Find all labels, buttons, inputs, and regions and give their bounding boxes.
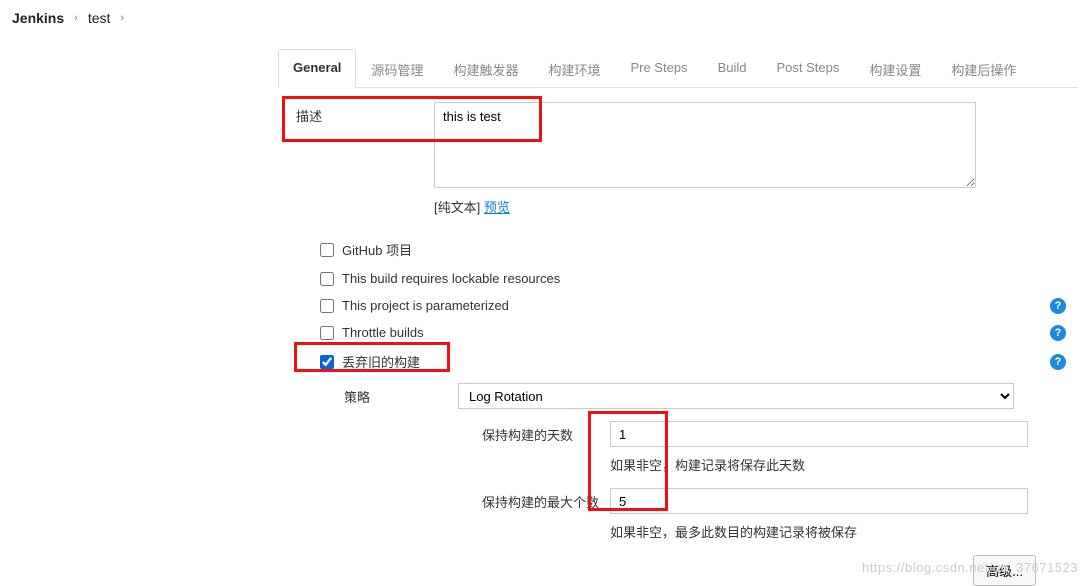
tab-pre-steps[interactable]: Pre Steps (615, 49, 702, 88)
chevron-right-icon: › (74, 12, 78, 24)
check-lockable[interactable] (320, 272, 334, 286)
tab-post-steps[interactable]: Post Steps (761, 49, 854, 88)
check-lockable-row: This build requires lockable resources (320, 265, 1060, 292)
max-label: 保持构建的最大个数 (482, 492, 610, 511)
breadcrumb: Jenkins › test › (0, 0, 1084, 36)
tab-triggers[interactable]: 构建触发器 (438, 49, 533, 88)
description-format-prefix: [纯文本] (434, 200, 484, 215)
check-param[interactable] (320, 299, 334, 313)
days-hint: 如果非空，构建记录将保存此天数 (610, 455, 1060, 474)
check-throttle-row: Throttle builds ? (320, 319, 1060, 346)
description-textarea[interactable]: this is test (434, 102, 976, 188)
check-throttle-label: Throttle builds (342, 325, 424, 340)
strategy-label: 策略 (344, 387, 458, 406)
check-lockable-label: This build requires lockable resources (342, 271, 560, 286)
days-label: 保持构建的天数 (482, 425, 610, 444)
check-discard-label: 丢弃旧的构建 (342, 352, 420, 371)
advanced-button[interactable]: 高级... (973, 555, 1036, 586)
tab-general[interactable]: General (278, 49, 356, 88)
tab-build-settings[interactable]: 构建设置 (854, 49, 936, 88)
check-github-label: GitHub 项目 (342, 240, 412, 259)
tab-env[interactable]: 构建环境 (533, 49, 615, 88)
tab-scm[interactable]: 源码管理 (356, 49, 438, 88)
check-param-label: This project is parameterized (342, 298, 509, 313)
tab-post-build[interactable]: 构建后操作 (936, 49, 1031, 88)
help-icon[interactable]: ? (1050, 354, 1066, 370)
description-format: [纯文本] 预览 (434, 197, 1060, 216)
check-discard[interactable] (320, 355, 334, 369)
check-github[interactable] (320, 243, 334, 257)
breadcrumb-project[interactable]: test (88, 10, 111, 26)
max-input[interactable] (610, 488, 1028, 514)
check-param-row: This project is parameterized ? (320, 292, 1060, 319)
config-tabs: General 源码管理 构建触发器 构建环境 Pre Steps Build … (278, 48, 1078, 88)
check-discard-row: 丢弃旧的构建 ? (320, 346, 1060, 377)
help-icon[interactable]: ? (1050, 298, 1066, 314)
help-icon[interactable]: ? (1050, 325, 1066, 341)
preview-link[interactable]: 预览 (484, 200, 510, 215)
description-label: 描述 (296, 102, 434, 125)
chevron-right-icon: › (120, 12, 124, 24)
check-throttle[interactable] (320, 326, 334, 340)
max-hint: 如果非空，最多此数目的构建记录将被保存 (610, 522, 1060, 541)
strategy-select[interactable]: Log Rotation (458, 383, 1014, 409)
days-input[interactable] (610, 421, 1028, 447)
check-github-row: GitHub 项目 (320, 234, 1060, 265)
tab-build[interactable]: Build (703, 49, 762, 88)
breadcrumb-root[interactable]: Jenkins (12, 10, 64, 26)
